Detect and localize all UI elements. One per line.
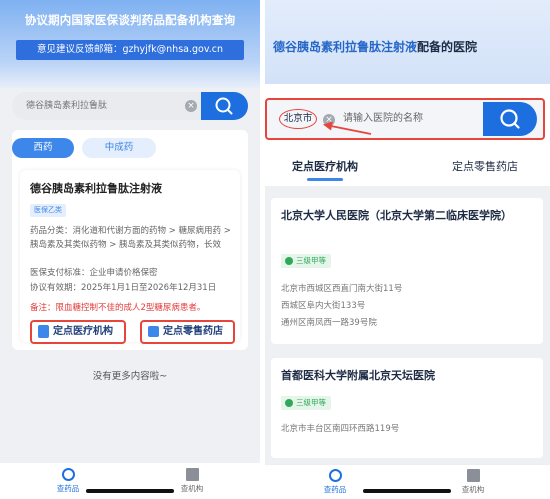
header-banner: 协议期内国家医保谈判药品配备机构查询 意见建议反馈邮箱：gzhyjfk@nhsa… [0,0,260,88]
page-title: 协议期内国家医保谈判药品配备机构查询 [24,13,236,27]
result-card: 西药 中成药 德谷胰岛素利拉鲁肽注射液 医保乙类 药品分类：消化道和代谢方面的药… [12,130,248,350]
hospital-list-screen: 德谷胰岛素利拉鲁肽注射液配备的医院 北京市 × 请输入医院的名称 定点医疗机构 … [265,0,550,499]
search-button[interactable] [483,102,537,136]
hospital-address: 西城区阜内大街133号 [281,301,366,311]
drug-name: 德谷胰岛素利拉鲁肽注射液 [30,182,162,195]
insurance-class-badge: 医保乙类 [30,204,66,217]
medicine-tab-icon [61,468,75,481]
hospital-level: 三级甲等 [296,398,326,407]
city-selector[interactable]: 北京市 [279,109,317,129]
designated-institution-button[interactable]: 定点医疗机构 [30,320,126,344]
tabbar-label-medicine: 查药品 [56,484,80,493]
tabbar-label-institution: 查机构 [180,484,204,493]
tab-designated-institution[interactable]: 定点医疗机构 [275,158,375,174]
hospital-name: 北京大学人民医院（北京大学第二临床医学院） [281,209,512,222]
medicine-tab-icon [328,469,342,482]
hospital-level-badge: 三级甲等 [281,254,331,268]
clear-icon[interactable]: × [323,114,335,126]
drug-card[interactable]: 德谷胰岛素利拉鲁肽注射液 医保乙类 药品分类：消化道和代谢方面的药物 > 糖尿病… [20,170,240,342]
search-icon [500,109,520,129]
home-indicator [363,489,451,493]
drug-search-bar[interactable]: 德谷胰岛素利拉鲁肽 × [12,92,248,120]
hospital-address: 通州区南凤西一路39号院 [281,318,377,328]
hospital-address: 北京市西城区西直门南大街11号 [281,284,403,294]
institution-tab-icon [466,469,480,482]
tab-chinese-patent-medicine[interactable]: 中成药 [82,138,156,158]
header-banner: 德谷胰岛素利拉鲁肽注射液配备的医院 [265,0,550,84]
agreement-validity: 协议有效期：2025年1月1日至2026年12月31日 [30,283,217,293]
tab-western-medicine[interactable]: 西药 [12,138,74,158]
drug-note: 备注：限血糖控制不佳的成人2型糖尿病患者。 [30,303,206,313]
active-tab-underline [307,178,343,181]
institution-tab-icon [185,468,199,481]
payment-standard: 医保支付标准：企业申请价格保密 [30,268,158,278]
tabbar-item-medicine[interactable]: 查药品 [305,469,365,495]
hospital-card[interactable]: 首都医科大学附属北京天坛医院 三级甲等 北京市丰台区南四环西路119号 [271,358,543,458]
clear-icon[interactable]: × [185,100,197,112]
pharmacy-icon [148,325,159,337]
hospital-address: 北京市丰台区南四环西路119号 [281,424,400,434]
hospital-icon [38,324,49,338]
tabbar-item-institution[interactable]: 查机构 [443,469,503,495]
search-button[interactable] [201,92,248,120]
designated-pharmacy-button[interactable]: 定点零售药店 [140,320,235,344]
level-icon [285,257,293,265]
search-icon [215,97,233,115]
hospital-search-input[interactable]: 请输入医院的名称 [343,109,423,129]
page-title-suffix: 配备的医院 [417,40,478,54]
hospital-list: 北京大学人民医院（北京大学第二临床医学院） 三级甲等 北京市西城区西直门南大街1… [265,186,550,464]
level-icon [285,399,293,407]
bottom-tabbar: 查药品 查机构 [265,464,550,499]
tab-designated-pharmacy[interactable]: 定点零售药店 [430,158,540,174]
page-title-drug: 德谷胰岛素利拉鲁肽注射液 [273,40,418,54]
tabbar-label-institution: 查机构 [461,485,485,494]
hospital-level-badge: 三级甲等 [281,396,331,410]
hospital-name: 首都医科大学附属北京天坛医院 [281,369,435,382]
hospital-search-bar[interactable]: 北京市 × 请输入医院的名称 [265,98,545,140]
hospital-level: 三级甲等 [296,256,326,265]
screenshot-composite: 协议期内国家医保谈判药品配备机构查询 意见建议反馈邮箱：gzhyjfk@nhsa… [0,0,550,499]
hospital-card[interactable]: 北京大学人民医院（北京大学第二临床医学院） 三级甲等 北京市西城区西直门南大街1… [271,198,543,344]
designated-institution-label: 定点医疗机构 [53,326,113,337]
tabbar-label-medicine: 查药品 [323,485,347,494]
drug-search-screen: 协议期内国家医保谈判药品配备机构查询 意见建议反馈邮箱：gzhyjfk@nhsa… [0,0,260,499]
no-more-content: 没有更多内容啦~ [92,371,168,382]
bottom-tabbar: 查药品 查机构 [0,463,260,499]
feedback-email[interactable]: 意见建议反馈邮箱：gzhyjfk@nhsa.gov.cn [16,40,244,60]
page-title: 德谷胰岛素利拉鲁肽注射液配备的医院 [273,38,477,55]
designated-pharmacy-label: 定点零售药店 [163,326,223,337]
drug-search-input[interactable]: 德谷胰岛素利拉鲁肽 [26,92,107,120]
drug-category: 药品分类：消化道和代谢方面的药物 > 糖尿病用药 > 胰岛素及其类似药物 > 胰… [30,226,231,250]
home-indicator [86,489,174,493]
